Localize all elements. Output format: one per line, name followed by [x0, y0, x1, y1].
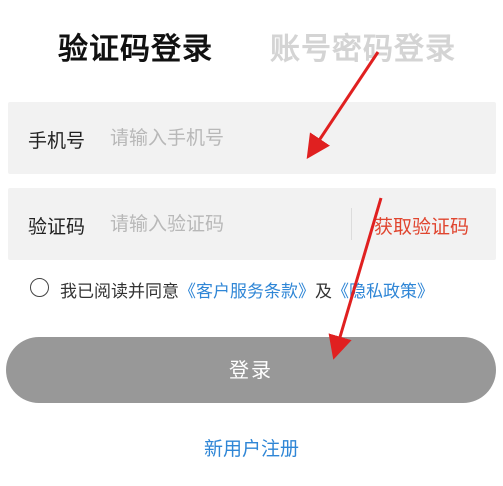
agreement-radio[interactable] [30, 278, 49, 297]
verification-code-input[interactable] [110, 206, 346, 242]
tab-password-login[interactable]: 账号密码登录 [270, 24, 456, 68]
new-user-register-link[interactable]: 新用户注册 [0, 434, 503, 461]
get-verification-code-button[interactable]: 获取验证码 [374, 212, 469, 239]
login-button[interactable]: 登录 [6, 337, 496, 403]
phone-label: 手机号 [28, 130, 86, 152]
privacy-policy-link[interactable]: 《隐私政策》 [332, 282, 434, 302]
tab-sms-code-login[interactable]: 验证码登录 [58, 24, 213, 68]
agreement-conjunction: 及 [315, 282, 332, 302]
phone-field: 手机号 [8, 102, 496, 174]
verification-code-field: 验证码 获取验证码 [8, 188, 496, 260]
verification-code-label: 验证码 [28, 216, 86, 238]
login-screen: 验证码登录 账号密码登录 手机号 验证码 获取验证码 我已阅读并同意《客户服务条… [0, 0, 503, 486]
agreement-text: 我已阅读并同意《客户服务条款》及《隐私政策》 [60, 277, 434, 302]
login-method-tabs: 验证码登录 账号密码登录 [0, 16, 503, 72]
agreement-row: 我已阅读并同意《客户服务条款》及《隐私政策》 [30, 276, 500, 302]
field-divider [351, 208, 352, 240]
terms-of-service-link[interactable]: 《客户服务条款》 [179, 282, 315, 302]
agreement-prefix: 我已阅读并同意 [60, 282, 179, 302]
phone-input[interactable] [110, 120, 470, 156]
